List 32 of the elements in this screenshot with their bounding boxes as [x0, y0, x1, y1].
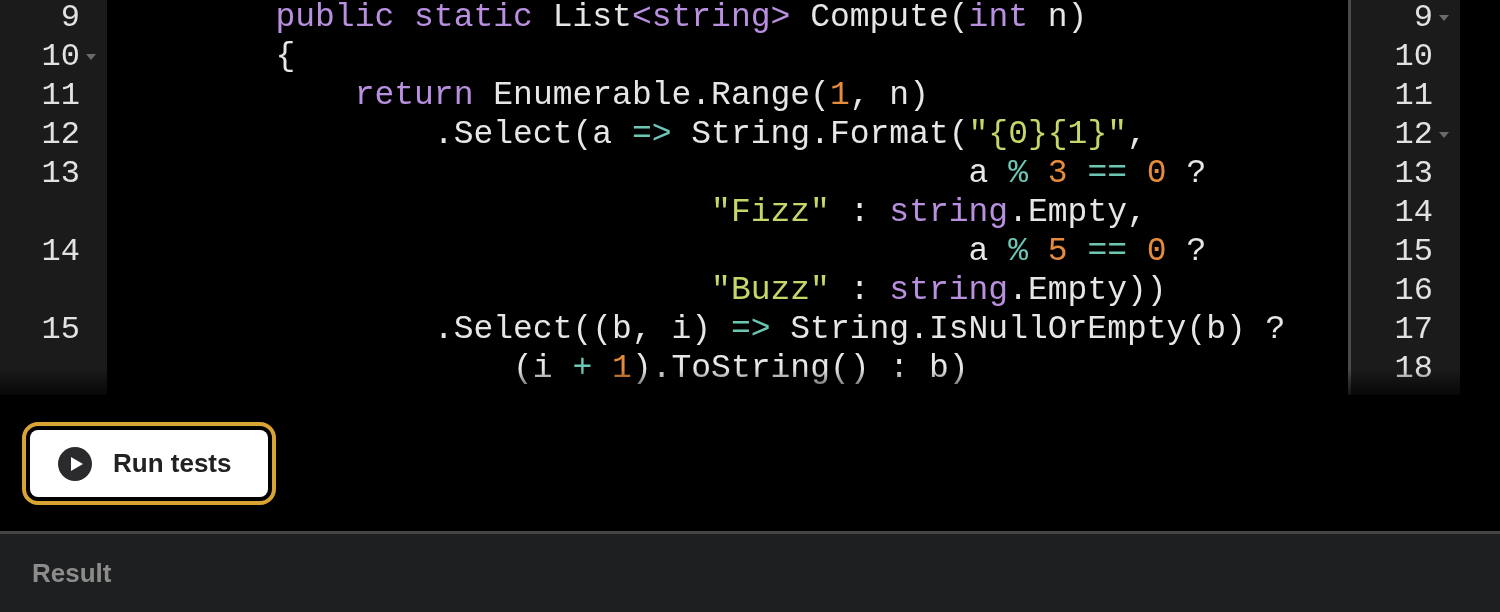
code-line: { [274, 38, 296, 75]
line-number: 18 [1394, 350, 1433, 387]
line-number: 10 [41, 38, 80, 75]
line-number: 15 [1394, 233, 1433, 270]
line-number: 13 [41, 155, 80, 192]
line-number: 12 [41, 116, 80, 153]
code-line: .Select(a => String.Format("{0}{1}", [432, 116, 1147, 153]
fold-caret-icon[interactable] [1439, 131, 1449, 138]
line-number: 10 [1394, 38, 1433, 75]
code-line: "Buzz" : string.Empty)) [710, 272, 1167, 309]
line-number: 9 [60, 0, 80, 36]
line-number: 14 [1394, 194, 1433, 231]
code-line: public static List<string> Compute(int n) [274, 0, 1088, 36]
code-line: "Fizz" : string.Empty, [710, 194, 1147, 231]
code-line: a % 5 == 0 ? [967, 233, 1207, 270]
line-number: 11 [1394, 77, 1433, 114]
result-title: Result [32, 557, 112, 589]
line-number: 16 [1394, 272, 1433, 309]
line-number: 14 [41, 233, 80, 270]
code-line: a % 3 == 0 ? [967, 155, 1207, 192]
line-number: 11 [41, 77, 80, 114]
line-number: 17 [1394, 311, 1433, 348]
line-number: 15 [41, 311, 80, 348]
code-line: (i + 1).ToString() : b) [512, 350, 969, 387]
line-number: 12 [1394, 116, 1433, 153]
play-icon [58, 446, 92, 481]
fold-caret-icon[interactable] [86, 53, 96, 60]
fold-caret-icon[interactable] [1439, 14, 1449, 21]
line-number: 9 [1413, 0, 1433, 36]
line-number: 13 [1394, 155, 1433, 192]
code-line: .Select((b, i) => String.IsNullOrEmpty(b) ? [432, 311, 1286, 348]
code-line: return Enumerable.Range(1, n) [353, 77, 929, 114]
